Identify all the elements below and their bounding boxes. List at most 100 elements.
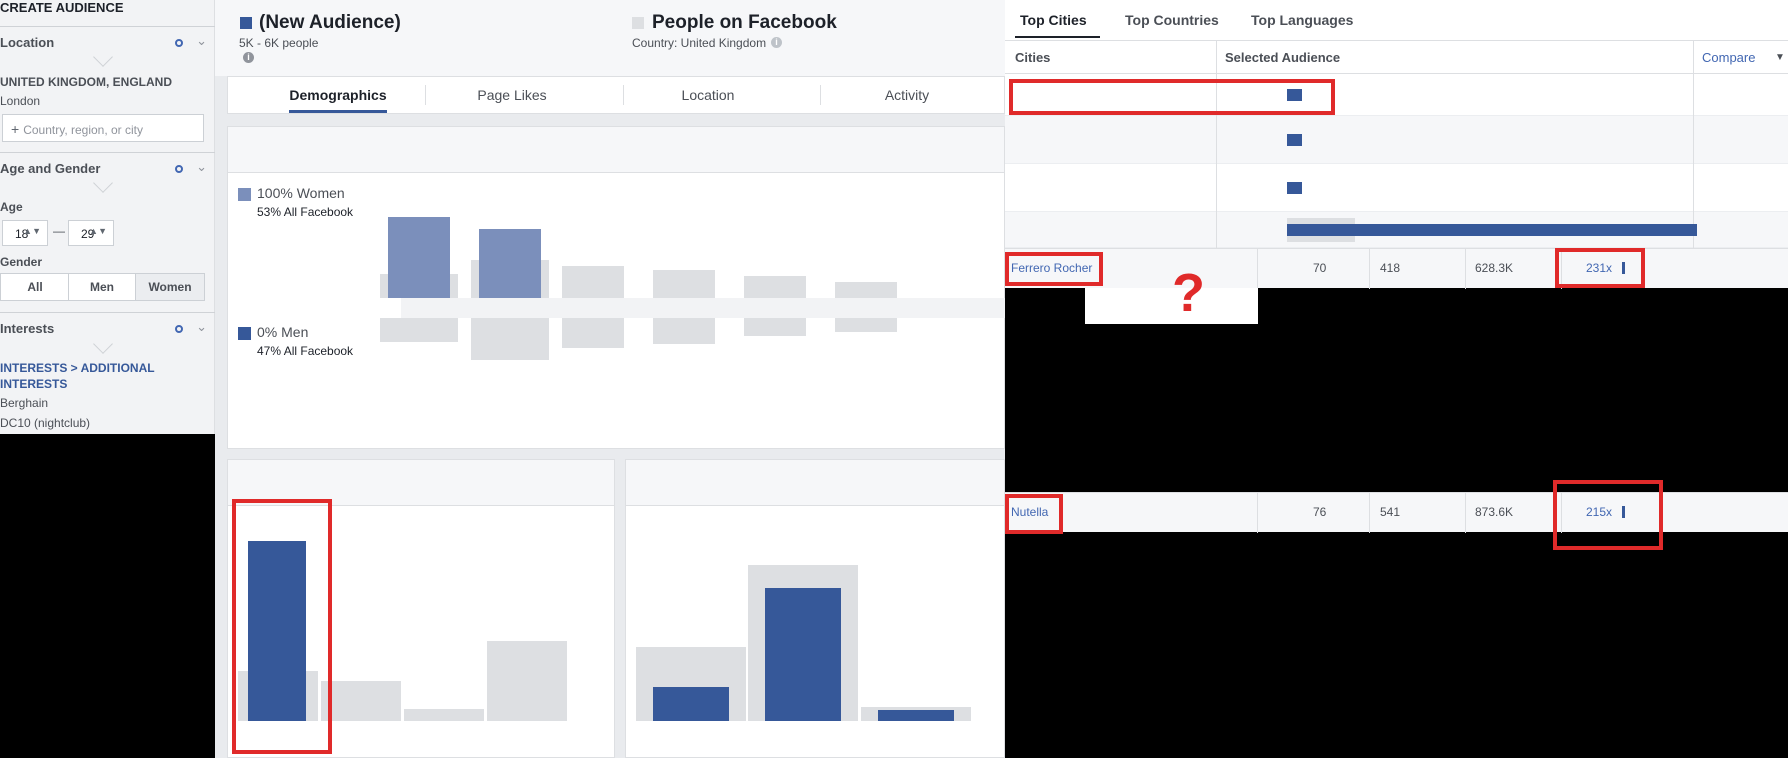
table-row[interactable]: Ferrero Rocher 70 418 628.3K 231x	[1005, 248, 1788, 289]
column-divider	[1257, 249, 1258, 289]
highlight-box	[1553, 480, 1663, 550]
facebook-men-bar	[744, 318, 806, 336]
info-icon[interactable]: i	[771, 37, 782, 48]
top-cities-table: Top Cities Top Countries Top Languages C…	[1005, 0, 1788, 285]
active-tab-indicator	[1015, 36, 1100, 38]
age-gender-indicator-icon	[175, 165, 183, 173]
column-divider	[1465, 493, 1466, 533]
facebook-women-bar	[653, 270, 715, 298]
active-tab-indicator	[289, 110, 387, 113]
facebook-bar	[321, 681, 401, 721]
column-divider	[1693, 116, 1694, 164]
column-divider	[1693, 164, 1694, 212]
location-label: Location	[0, 35, 55, 50]
interest-item: DC10 (nightclub)	[0, 416, 91, 430]
column-selected-audience: Selected Audience	[1225, 50, 1341, 65]
facebook-bar	[404, 709, 484, 721]
page-stat: 628.3K	[1475, 261, 1514, 275]
column-divider	[1216, 164, 1217, 212]
tab-location[interactable]: Location	[646, 87, 770, 103]
stepper-icon: ▲▼	[89, 226, 107, 236]
facebook-men-bar	[562, 318, 624, 348]
info-icon[interactable]: i	[243, 52, 254, 63]
interests-path[interactable]: INTERESTS > ADDITIONAL INTERESTS	[0, 360, 200, 392]
column-compare[interactable]: Compare	[1702, 50, 1755, 65]
chevron-down-icon[interactable]: ⌄	[196, 319, 207, 335]
location-placeholder: Country, region, or city	[23, 123, 144, 137]
table-header: Cities Selected Audience Compare ▼	[1005, 40, 1788, 74]
column-divider	[1465, 249, 1466, 289]
chevron-down-icon[interactable]: ⌄	[196, 159, 207, 175]
highlight-box	[1009, 79, 1335, 115]
facebook-men-bar	[380, 318, 458, 342]
page-stat: 70	[1313, 261, 1327, 275]
facebook-color-swatch	[632, 17, 644, 29]
education-panel	[625, 459, 1005, 758]
chevron-down-icon[interactable]: ⌄	[196, 33, 207, 49]
table-row[interactable]	[1005, 164, 1788, 212]
tab-divider	[425, 85, 426, 105]
facebook-men-bar	[835, 318, 897, 332]
audience-bar	[1287, 182, 1303, 194]
question-mark-annotation: ?	[1172, 263, 1205, 323]
facebook-men-bar	[653, 318, 715, 344]
location-search-input[interactable]: + Country, region, or city	[2, 114, 204, 142]
table-row[interactable]	[1005, 212, 1788, 248]
interest-item: Berghain	[0, 396, 49, 410]
tab-top-languages[interactable]: Top Languages	[1251, 12, 1353, 28]
column-divider	[1693, 41, 1694, 74]
audience-bar	[765, 587, 841, 721]
stepper-icon: ▲▼	[23, 226, 41, 236]
audience-bar	[878, 710, 954, 721]
column-divider	[1216, 116, 1217, 164]
table-row[interactable]: Nutella 76 541 873.6K 215x	[1005, 492, 1788, 533]
plus-icon: +	[11, 121, 20, 137]
women-bar	[388, 217, 450, 298]
tab-top-cities[interactable]: Top Cities	[1020, 12, 1087, 28]
age-to-select[interactable]: 29 ▲▼	[68, 220, 114, 246]
facebook-bar	[487, 641, 567, 721]
page-stat: 873.6K	[1475, 505, 1514, 519]
audience-header: (New Audience) 5K - 6K people i People o…	[215, 0, 1005, 76]
facebook-title: People on Facebook	[652, 12, 837, 33]
audience-bar	[653, 686, 729, 721]
column-divider	[1257, 493, 1258, 533]
audience-title: (New Audience)	[259, 12, 401, 33]
facebook-women-bar	[562, 266, 624, 298]
facebook-country: Country: United Kingdom	[632, 36, 767, 50]
sort-down-icon[interactable]: ▼	[1775, 52, 1785, 63]
gender-all-button[interactable]: All	[0, 273, 70, 301]
create-audience-sidebar: CREATE AUDIENCE Location ⌄ UNITED KINGDO…	[0, 0, 215, 434]
facebook-women-bar	[835, 282, 897, 298]
location-region: UNITED KINGDOM, ENGLAND	[0, 75, 172, 89]
highlight-box	[1005, 252, 1103, 286]
tab-top-countries[interactable]: Top Countries	[1125, 12, 1219, 28]
tab-page-likes[interactable]: Page Likes	[450, 87, 574, 103]
age-gender-chart	[228, 127, 1006, 450]
page-stat: 541	[1380, 505, 1401, 519]
interests-label: Interests	[0, 321, 55, 336]
column-divider	[1369, 249, 1370, 289]
column-divider	[1216, 41, 1217, 74]
sidebar-title: CREATE AUDIENCE	[0, 0, 124, 15]
gender-men-button[interactable]: Men	[68, 273, 136, 301]
insights-tabs: Demographics Page Likes Location Activit…	[227, 76, 1005, 114]
table-row[interactable]	[1005, 116, 1788, 164]
interests-section-header[interactable]: Interests ⌄	[0, 312, 215, 342]
location-indicator-icon	[175, 39, 183, 47]
gender-women-button[interactable]: Women	[135, 273, 205, 301]
page-stat: 76	[1313, 505, 1327, 519]
audience-bar	[1287, 224, 1697, 236]
age-dash: —	[53, 224, 65, 238]
location-city: London	[0, 94, 41, 108]
age-gender-label: Age and Gender	[0, 161, 101, 176]
tab-activity[interactable]: Activity	[845, 87, 969, 103]
tab-demographics[interactable]: Demographics	[276, 87, 400, 103]
tab-divider	[820, 85, 821, 105]
audience-size: 5K - 6K people	[239, 36, 319, 50]
audience-color-swatch	[240, 17, 252, 29]
column-divider	[1693, 74, 1694, 116]
age-label: Age	[0, 200, 23, 214]
column-cities: Cities	[1015, 50, 1051, 65]
age-from-select[interactable]: 18 ▲▼	[2, 220, 48, 246]
